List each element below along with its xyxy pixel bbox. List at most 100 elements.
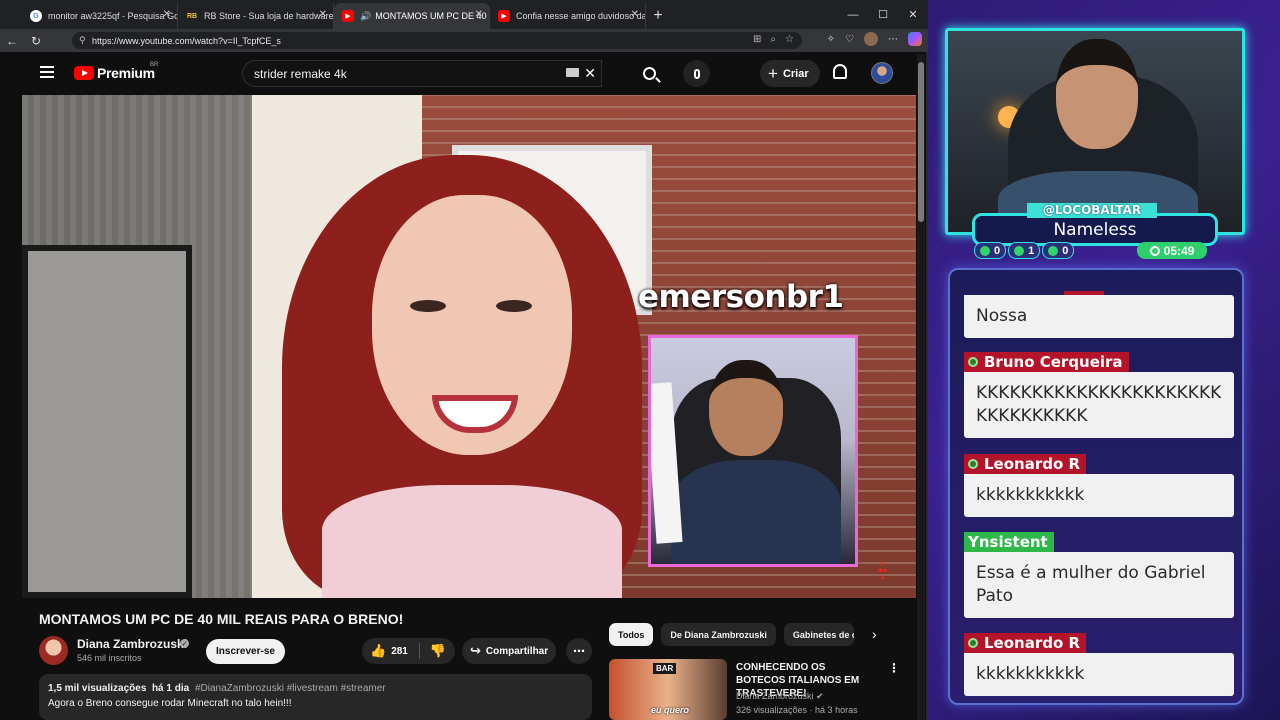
tab-title: MONTAMOS UM PC DE 40 MIL REAIS <box>375 11 489 21</box>
description-box[interactable]: 1,5 mil visualizações há 1 dia #DianaZam… <box>39 674 592 720</box>
page-scrollbar[interactable] <box>917 54 925 720</box>
notifications-bell-icon[interactable] <box>833 64 847 79</box>
stat-value: 0 <box>994 244 1001 257</box>
create-button[interactable]: + Criar <box>760 60 820 87</box>
zoom-icon[interactable]: ⌕ <box>770 34 776 45</box>
heart-icon[interactable]: ♡ <box>845 34 854 45</box>
search-input[interactable]: strider remake 4k ✕ <box>242 60 602 87</box>
maximize-icon[interactable]: ☐ <box>868 0 898 29</box>
chat-message-text: Nossa <box>964 295 1234 338</box>
hashtags[interactable]: #DianaZambrozuski #livestream #streamer <box>195 683 386 694</box>
recommended-age: há 3 horas <box>815 705 858 715</box>
stream-stats: 0 1 0 <box>974 242 1076 259</box>
url-text: https://www.youtube.com/watch?v=Il_TcpfC… <box>92 35 281 46</box>
recommended-video-meta: 326 visualizações · há 3 horas <box>736 705 858 715</box>
more-menu-icon[interactable]: ⋯ <box>888 34 898 45</box>
site-info-icon[interactable]: ⚲ <box>79 35 86 46</box>
chat-badge-icon <box>968 459 978 469</box>
share-button[interactable]: ↪ Compartilhar <box>462 638 556 664</box>
thumbnail-caption: eu quero <box>651 705 690 715</box>
more-actions-button[interactable]: ⋯ <box>566 638 592 664</box>
minimize-icon[interactable]: — <box>838 0 868 29</box>
tab-youtube-other[interactable]: ▶ Confia nesse amigo duvidoso da ✕ <box>490 3 646 29</box>
chevron-right-icon[interactable]: › <box>872 626 877 642</box>
like-thumb-icon[interactable]: 👍 <box>370 643 386 659</box>
chat-author: Ynsistent <box>964 532 1054 552</box>
chip-cases[interactable]: Gabinetes de c <box>783 623 854 646</box>
upload-age: há 1 dia <box>151 683 190 694</box>
channel-avatar[interactable] <box>39 636 68 665</box>
chat-message-text: Essa é a mulher do Gabriel Pato <box>964 552 1234 618</box>
like-divider <box>418 643 420 659</box>
video-presenter <box>282 155 642 598</box>
chat-message: Leonardo R kkkkkkkkkkk <box>964 633 1234 696</box>
favorite-star-icon[interactable]: ☆ <box>785 34 794 45</box>
video-player[interactable]: emersonbr1 ▲ ◆◆ ▲ <box>22 95 916 598</box>
address-bar[interactable]: ⚲ https://www.youtube.com/watch?v=Il_Tcp… <box>72 32 802 49</box>
tab-rb-store[interactable]: RB RB Store - Sua loja de hardware ✕ <box>178 3 334 29</box>
browser-window: G monitor aw3225qf - Pesquisa Google ✕ R… <box>0 0 928 720</box>
like-dislike-bar: 👍 281 👎 <box>362 638 455 664</box>
chat-badge-icon <box>968 357 978 367</box>
scrollbar-thumb[interactable] <box>918 62 924 222</box>
close-tab-icon[interactable]: ✕ <box>631 9 639 20</box>
back-icon[interactable]: ← <box>0 29 24 52</box>
close-tab-icon[interactable]: ✕ <box>163 9 171 20</box>
clear-search-icon[interactable]: ✕ <box>584 65 596 82</box>
youtube-account-avatar[interactable] <box>871 62 893 84</box>
stat-youtube-count: 1 <box>1008 242 1041 259</box>
subscriber-count: 546 mil inscritos <box>77 653 142 663</box>
stream-chat-panel: Nossa Bruno Cerqueira KKKKKKKKKKKKKKKKKK… <box>948 268 1244 705</box>
stat-value: 1 <box>1028 244 1035 257</box>
video-overlay-name: emersonbr1 <box>638 279 844 315</box>
youtube-favicon-icon: ▶ <box>498 10 510 22</box>
window-controls: — ☐ ✕ <box>838 0 928 29</box>
extensions-icon[interactable]: ✧ <box>827 34 835 45</box>
streamer-name: Nameless <box>1053 219 1137 240</box>
profile-avatar[interactable] <box>864 32 878 46</box>
chat-message-text: KKKKKKKKKKKKKKKKKKKKKKKKKKKKKKKK <box>964 372 1234 438</box>
search-button[interactable] <box>627 60 671 87</box>
channel-name[interactable]: Diana Zambrozuski <box>77 637 187 651</box>
video-watermark: ▲ ◆◆ ▲ <box>878 561 888 581</box>
dislike-thumb-icon[interactable]: 👎 <box>430 643 446 659</box>
chat-author: Bruno Cerqueira <box>964 352 1129 372</box>
recommended-video-thumbnail[interactable]: BAR eu quero <box>609 659 727 720</box>
speaker-icon[interactable]: 🔊 <box>360 11 371 22</box>
new-tab-button[interactable]: + <box>646 3 670 29</box>
recommended-more-icon[interactable]: ⋮ <box>888 661 900 675</box>
voice-search-button[interactable] <box>683 60 710 87</box>
description-meta: 1,5 mil visualizações há 1 dia #DianaZam… <box>48 683 583 694</box>
keyboard-icon[interactable] <box>566 68 579 77</box>
presenter-shirt <box>322 485 622 598</box>
browser-toolbar: ← ↻ ⚲ https://www.youtube.com/watch?v=Il… <box>0 29 928 52</box>
close-window-icon[interactable]: ✕ <box>898 0 928 29</box>
reload-icon[interactable]: ↻ <box>24 29 48 52</box>
chat-message: Leonardo R kkkkkkkkkkk <box>964 454 1234 517</box>
close-tab-icon[interactable]: ✕ <box>475 9 483 20</box>
hamburger-menu-icon[interactable] <box>40 66 54 78</box>
logo-text: Premium <box>97 65 155 81</box>
tab-youtube-video[interactable]: ▶ 🔊 MONTAMOS UM PC DE 40 MIL REAIS ✕ <box>334 3 490 29</box>
presenter-eye <box>410 300 446 312</box>
stat-chat-count: 0 <box>974 242 1007 259</box>
plus-icon: + <box>768 63 778 83</box>
youtube-favicon-icon: ▶ <box>342 10 354 22</box>
recommended-video-channel[interactable]: Diana Zambrozuski ✔ <box>736 691 824 702</box>
like-count[interactable]: 281 <box>391 646 408 657</box>
verified-check-icon: ✔ <box>816 691 824 701</box>
close-tab-icon[interactable]: ✕ <box>319 9 327 20</box>
chip-all[interactable]: Todos <box>609 623 654 646</box>
presenter-eye <box>496 300 532 312</box>
chat-badge-icon <box>968 638 978 648</box>
chip-from-channel[interactable]: De Diana Zambrozuski <box>661 623 776 646</box>
tab-title: Confia nesse amigo duvidoso da <box>516 11 646 21</box>
video-title: MONTAMOS UM PC DE 40 MIL REAIS PARA O BR… <box>39 611 404 627</box>
youtube-premium-logo[interactable]: Premium BR <box>74 62 158 81</box>
copilot-icon[interactable] <box>908 32 922 46</box>
tab-title: monitor aw3225qf - Pesquisa Google <box>48 11 177 21</box>
tab-google-search[interactable]: G monitor aw3225qf - Pesquisa Google ✕ <box>22 3 178 29</box>
app-install-icon[interactable]: ⊞ <box>753 34 761 45</box>
presenter-face <box>372 195 572 455</box>
subscribe-button[interactable]: Inscrever-se <box>206 639 285 664</box>
